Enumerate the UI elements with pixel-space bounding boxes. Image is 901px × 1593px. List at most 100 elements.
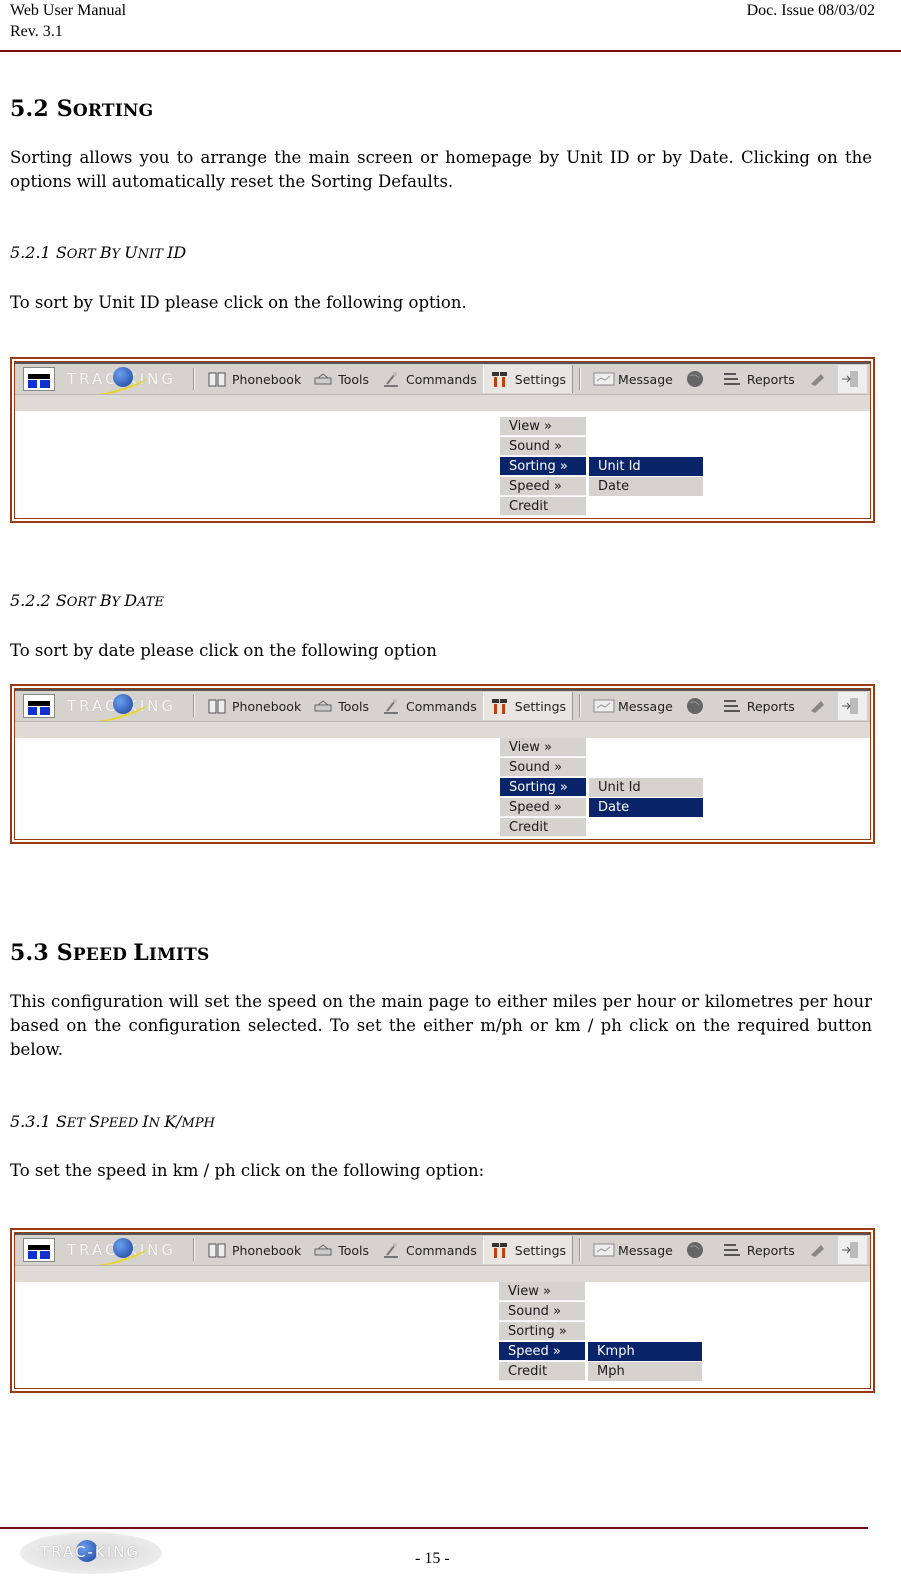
- heading-smallcaps: Y: [111, 247, 125, 262]
- menu-item-view[interactable]: View »: [499, 1282, 585, 1301]
- toolbar-reports[interactable]: Reports: [716, 365, 801, 393]
- menu-item-sorting[interactable]: Sorting »: [499, 1322, 585, 1341]
- sorting-submenu: Unit Id Date: [589, 457, 703, 497]
- app-screenshot: TRAC-KING Phonebook Tools Commands Setti…: [14, 361, 871, 519]
- toolbar-commands[interactable]: Commands: [375, 692, 483, 720]
- message-icon: [593, 370, 615, 388]
- subheading-sort-by-date: 5.2.2 SORT BY DATE: [10, 591, 164, 610]
- subsection-number: 5.2.2: [10, 591, 51, 610]
- menu-item-sound[interactable]: Sound »: [499, 1302, 585, 1321]
- menu-item-speed[interactable]: Speed »: [499, 1342, 585, 1361]
- toolbar-commands[interactable]: Commands: [375, 1236, 483, 1264]
- toolbar-settings[interactable]: Settings: [482, 692, 574, 720]
- toolbar-logout[interactable]: [837, 365, 867, 393]
- toolbar-separator: [193, 1239, 195, 1261]
- submenu-item-date[interactable]: Date: [589, 798, 703, 817]
- section-number: 5.2: [10, 96, 49, 122]
- toolbar-globe[interactable]: [679, 692, 716, 720]
- toolbar-separator: [579, 368, 582, 390]
- menu-item-sorting[interactable]: Sorting »: [500, 457, 586, 476]
- heading-cap: S: [55, 243, 67, 262]
- toolbar-logout[interactable]: [837, 692, 867, 720]
- toolbar-reports[interactable]: Reports: [716, 1236, 801, 1264]
- heading-smallcaps: IMITS: [148, 945, 210, 965]
- doc-issue: Doc. Issue 08/03/02: [746, 2, 875, 19]
- submenu-item-mph[interactable]: Mph: [588, 1362, 702, 1381]
- heading-smallcaps: PEED: [72, 945, 134, 965]
- toolbar-help[interactable]: [801, 365, 838, 393]
- page-number: - 15 -: [415, 1550, 450, 1567]
- sorting-intro: Sorting allows you to arrange the main s…: [10, 148, 872, 191]
- menu-item-speed[interactable]: Speed »: [500, 477, 586, 496]
- footer-logo: TRAC-KING: [20, 1532, 162, 1574]
- toolbar-tools[interactable]: Tools: [307, 692, 375, 720]
- subheading-set-speed: 5.3.1 SET SPEED IN K/MPH: [10, 1112, 215, 1131]
- toolbar-commands[interactable]: Commands: [375, 365, 483, 393]
- globe-icon: [685, 370, 705, 388]
- menu-item-view[interactable]: View »: [500, 738, 586, 757]
- heading-cap: U: [124, 243, 138, 262]
- globe-icon: [685, 1241, 705, 1259]
- toolbar-help[interactable]: [801, 1236, 838, 1264]
- tools-icon: [313, 697, 333, 715]
- heading-cap: S: [56, 940, 73, 966]
- toolbar-reports[interactable]: Reports: [716, 692, 801, 720]
- submenu-item-unit-id[interactable]: Unit Id: [589, 457, 703, 476]
- menu-item-view[interactable]: View »: [500, 417, 586, 436]
- toolbar-subbar: [15, 721, 870, 738]
- toolbar-settings[interactable]: Settings: [482, 1236, 574, 1264]
- heading-cap: B: [99, 591, 112, 610]
- logout-icon: [840, 1241, 860, 1259]
- toolbar-tools[interactable]: Tools: [307, 365, 375, 393]
- ttk-logo-icon: [23, 1238, 55, 1262]
- toolbar-settings[interactable]: Settings: [482, 365, 574, 393]
- phonebook-icon: [207, 697, 227, 715]
- toolbar-phonebook[interactable]: Phonebook: [201, 692, 307, 720]
- heading-cap: L: [133, 940, 149, 966]
- toolbar-phonebook[interactable]: Phonebook: [201, 365, 307, 393]
- subsection-number: 5.3.1: [10, 1112, 51, 1131]
- menu-item-sound[interactable]: Sound »: [500, 437, 586, 456]
- submenu-item-kmph[interactable]: Kmph: [588, 1342, 702, 1361]
- toolbar-globe[interactable]: [679, 365, 716, 393]
- reports-icon: [722, 697, 742, 715]
- toolbar-message[interactable]: Message: [587, 1236, 679, 1264]
- toolbar-logout[interactable]: [837, 1236, 867, 1264]
- toolbar-tools[interactable]: Tools: [307, 1236, 375, 1264]
- toolbar-message[interactable]: Message: [587, 692, 679, 720]
- submenu-item-unit-id[interactable]: Unit Id: [589, 778, 703, 797]
- logout-icon: [840, 370, 860, 388]
- tools-icon: [313, 1241, 333, 1259]
- footer-rule: [0, 1527, 868, 1529]
- menu-item-credit[interactable]: Credit: [499, 1362, 585, 1381]
- heading-smallcaps: Y: [111, 595, 125, 610]
- message-icon: [593, 697, 615, 715]
- speed-submenu: Kmph Mph: [588, 1342, 702, 1382]
- sort-date-instruction: To sort by date please click on the foll…: [10, 641, 437, 660]
- menu-item-credit[interactable]: Credit: [500, 497, 586, 516]
- sorting-submenu: Unit Id Date: [589, 778, 703, 818]
- screenshot-frame-sort-date: TRAC-KING Phonebook Tools Commands Setti…: [10, 684, 875, 844]
- trac-king-brand: TRAC-KING: [67, 694, 187, 725]
- heading-cap: S: [89, 1112, 101, 1131]
- heading-cap: S: [56, 96, 73, 122]
- menu-item-sound[interactable]: Sound »: [500, 758, 586, 777]
- footer-logo-text: TRAC-KING: [40, 1543, 140, 1561]
- doc-title: Web User Manual: [10, 2, 127, 19]
- section-heading-sorting: 5.2 SORTING: [10, 96, 153, 122]
- logout-icon: [840, 697, 860, 715]
- menu-item-speed[interactable]: Speed »: [500, 798, 586, 817]
- help-icon: [807, 370, 827, 388]
- menu-item-credit[interactable]: Credit: [500, 818, 586, 837]
- ttk-logo-icon: [23, 367, 55, 391]
- heading-cap: B: [99, 243, 112, 262]
- app-screenshot: TRAC-KING Phonebook Tools Commands Setti…: [14, 688, 871, 840]
- toolbar-help[interactable]: [801, 692, 838, 720]
- toolbar-message[interactable]: Message: [587, 365, 679, 393]
- toolbar-globe[interactable]: [679, 1236, 716, 1264]
- toolbar-separator: [579, 1239, 582, 1261]
- toolbar-phonebook[interactable]: Phonebook: [201, 1236, 307, 1264]
- submenu-item-date[interactable]: Date: [589, 477, 703, 496]
- menu-item-sorting[interactable]: Sorting »: [500, 778, 586, 797]
- settings-icon: [490, 1241, 510, 1259]
